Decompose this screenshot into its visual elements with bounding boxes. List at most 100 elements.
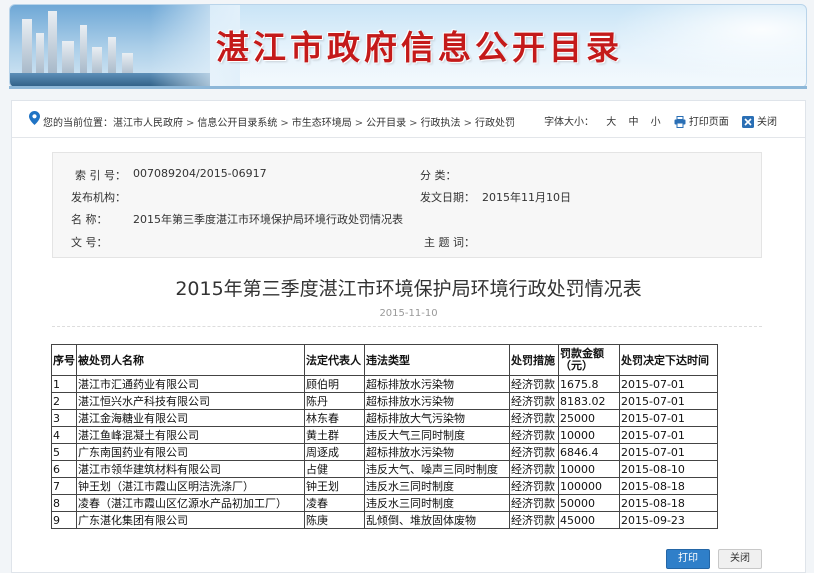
cell-no: 7 xyxy=(51,477,77,495)
cell-party: 广东湛化集团有限公司 xyxy=(76,511,305,529)
breadcrumb-separator: > xyxy=(280,118,289,129)
close-button[interactable]: 关闭 xyxy=(718,549,762,569)
cell-no: 6 xyxy=(51,460,77,478)
cell-measure: 经济罚款 xyxy=(509,494,559,512)
col-header-date: 处罚决定下达时间 xyxy=(619,344,718,376)
cell-date: 2015-07-01 xyxy=(619,426,718,444)
location-bar: 您的当前位置：湛江市人民政府 > 信息公开目录系统 > 市生态环境局 > 公开目录 > 行政执法… xyxy=(12,101,805,138)
cell-violation: 超标排放水污染物 xyxy=(364,375,510,393)
cell-no: 2 xyxy=(51,392,77,410)
cell-rep: 顾伯明 xyxy=(304,375,365,393)
cell-violation: 违反大气、噪声三同时制度 xyxy=(364,460,510,478)
table-row: 3 湛江金海糖业有限公司 林东春 超标排放大气污染物 经济罚款 25000 2015-07-… xyxy=(51,409,718,427)
font-size-large[interactable]: 大 xyxy=(606,117,616,128)
breadcrumb-separator: > xyxy=(354,118,364,129)
table-row: 1 湛江市汇通药业有限公司 顾伯明 超标排放水污染物 经济罚款 1675.8 2015-07… xyxy=(51,375,718,393)
cell-rep: 钟王划 xyxy=(304,477,365,495)
cell-measure: 经济罚款 xyxy=(509,375,559,393)
penalty-table: 序号 被处罚人名称 法定代表人 违法类型 处罚措施 罚款金额（元） 处罚决定下达… xyxy=(51,344,718,529)
col-header-fine: 罚款金额（元） xyxy=(558,344,620,376)
cell-rep: 陈丹 xyxy=(304,392,365,410)
cell-party: 湛江恒兴水产科技有限公司 xyxy=(76,392,305,410)
index-label: 索 引 号： xyxy=(75,169,126,182)
breadcrumb-item-gov[interactable]: 湛江市人民政府 xyxy=(113,118,183,129)
cell-measure: 经济罚款 xyxy=(509,511,559,529)
cell-measure: 经济罚款 xyxy=(509,460,559,478)
breadcrumb-item-catalog-system[interactable]: 信息公开目录系统 xyxy=(197,118,277,129)
table-row: 4 湛江鱼峰混凝土有限公司 黄土群 违反大气三同时制度 经济罚款 10000 2015-07… xyxy=(51,426,718,444)
location-pin-icon xyxy=(29,111,40,125)
cell-party: 湛江鱼峰混凝土有限公司 xyxy=(76,426,305,444)
cell-rep: 周逐成 xyxy=(304,443,365,461)
font-size-small[interactable]: 小 xyxy=(651,117,661,128)
building-shape xyxy=(48,11,57,81)
font-size-medium[interactable]: 中 xyxy=(628,117,638,128)
doc-number-label: 文 号： xyxy=(71,236,108,249)
breadcrumb-item-law-enforcement[interactable]: 行政执法 xyxy=(421,118,461,129)
cell-party: 凌春（湛江市霞山区亿源水产品初加工厂） xyxy=(76,494,305,512)
cell-violation: 超标排放水污染物 xyxy=(364,443,510,461)
cell-rep: 黄土群 xyxy=(304,426,365,444)
site-title: 湛江市政府信息公开目录 xyxy=(216,28,623,67)
col-header-no: 序号 xyxy=(51,344,77,376)
printer-icon[interactable] xyxy=(674,116,686,128)
breadcrumb-item-eco-bureau[interactable]: 市生态环境局 xyxy=(292,118,352,129)
cell-date: 2015-08-18 xyxy=(619,494,718,512)
cell-no: 9 xyxy=(51,511,77,529)
table-row: 8 凌春（湛江市霞山区亿源水产品初加工厂） 凌春 违反水三同时制度 经济罚款 50000 2… xyxy=(51,494,718,512)
print-button[interactable]: 打印 xyxy=(666,549,710,569)
content-panel: 您的当前位置：湛江市人民政府 > 信息公开目录系统 > 市生态环境局 > 公开目录 > 行政执法… xyxy=(11,100,806,573)
col-header-rep: 法定代表人 xyxy=(304,344,365,376)
banner-underline xyxy=(9,86,807,89)
publisher-label: 发布机构： xyxy=(71,191,126,204)
cell-party: 钟王划（湛江市霞山区明洁洗涤厂） xyxy=(76,477,305,495)
page-tools: 字体大小： 大 中 小 打印页面 关闭 xyxy=(544,113,777,128)
cell-fine: 8183.02 xyxy=(558,392,620,410)
cell-fine: 6846.4 xyxy=(558,443,620,461)
breadcrumb: 您的当前位置：湛江市人民政府 > 信息公开目录系统 > 市生态环境局 > 公开目录 > 行政执法… xyxy=(43,114,515,129)
table-row: 5 广东南国药业有限公司 周逐成 超标排放水污染物 经济罚款 6846.4 2015-07-… xyxy=(51,443,718,461)
col-header-violation: 违法类型 xyxy=(364,344,510,376)
cell-party: 湛江市汇通药业有限公司 xyxy=(76,375,305,393)
close-icon[interactable] xyxy=(742,116,754,128)
breadcrumb-item-public-catalog[interactable]: 公开目录 xyxy=(366,118,406,129)
header-banner: 湛江市政府信息公开目录 xyxy=(9,4,807,88)
cell-no: 3 xyxy=(51,409,77,427)
breadcrumb-separator: > xyxy=(463,118,472,129)
table-row: 6 湛江市领华建筑材料有限公司 占健 违反大气、噪声三同时制度 经济罚款 10000 201… xyxy=(51,460,718,478)
subject-label: 主 题 词： xyxy=(424,236,475,249)
cell-fine: 1675.8 xyxy=(558,375,620,393)
cell-measure: 经济罚款 xyxy=(509,426,559,444)
cell-violation: 违反水三同时制度 xyxy=(364,477,510,495)
cell-date: 2015-08-10 xyxy=(619,460,718,478)
cell-date: 2015-07-01 xyxy=(619,392,718,410)
cell-party: 湛江市领华建筑材料有限公司 xyxy=(76,460,305,478)
cell-fine: 45000 xyxy=(558,511,620,529)
cell-fine: 50000 xyxy=(558,494,620,512)
cell-measure: 经济罚款 xyxy=(509,477,559,495)
building-shape xyxy=(22,19,32,81)
index-value: 007089204/2015-06917 xyxy=(133,167,267,180)
cell-fine: 10000 xyxy=(558,460,620,478)
breadcrumb-item-penalty[interactable]: 行政处罚 xyxy=(475,118,515,129)
col-header-party: 被处罚人名称 xyxy=(76,344,305,376)
breadcrumb-separator: > xyxy=(409,118,418,129)
cell-date: 2015-07-01 xyxy=(619,443,718,461)
cell-no: 5 xyxy=(51,443,77,461)
cell-measure: 经济罚款 xyxy=(509,409,559,427)
name-value: 2015年第三季度湛江市环境保护局环境行政处罚情况表 xyxy=(133,213,403,226)
table-header-row: 序号 被处罚人名称 法定代表人 违法类型 处罚措施 罚款金额（元） 处罚决定下达… xyxy=(51,344,718,376)
document-date: 2015-11-10 xyxy=(379,308,438,319)
category-label: 分 类： xyxy=(420,169,457,182)
print-page-link[interactable]: 打印页面 xyxy=(689,117,729,128)
cell-violation: 乱倾倒、堆放固体废物 xyxy=(364,511,510,529)
cell-violation: 超标排放大气污染物 xyxy=(364,409,510,427)
document-title: 2015年第三季度湛江市环境保护局环境行政处罚情况表 xyxy=(175,278,642,300)
close-page-link[interactable]: 关闭 xyxy=(757,117,777,128)
table-row: 2 湛江恒兴水产科技有限公司 陈丹 超标排放水污染物 经济罚款 8183.02 2015-0… xyxy=(51,392,718,410)
cell-fine: 100000 xyxy=(558,477,620,495)
cell-party: 湛江金海糖业有限公司 xyxy=(76,409,305,427)
name-label: 名 称： xyxy=(71,213,108,226)
cell-rep: 陈庚 xyxy=(304,511,365,529)
cell-date: 2015-07-01 xyxy=(619,409,718,427)
